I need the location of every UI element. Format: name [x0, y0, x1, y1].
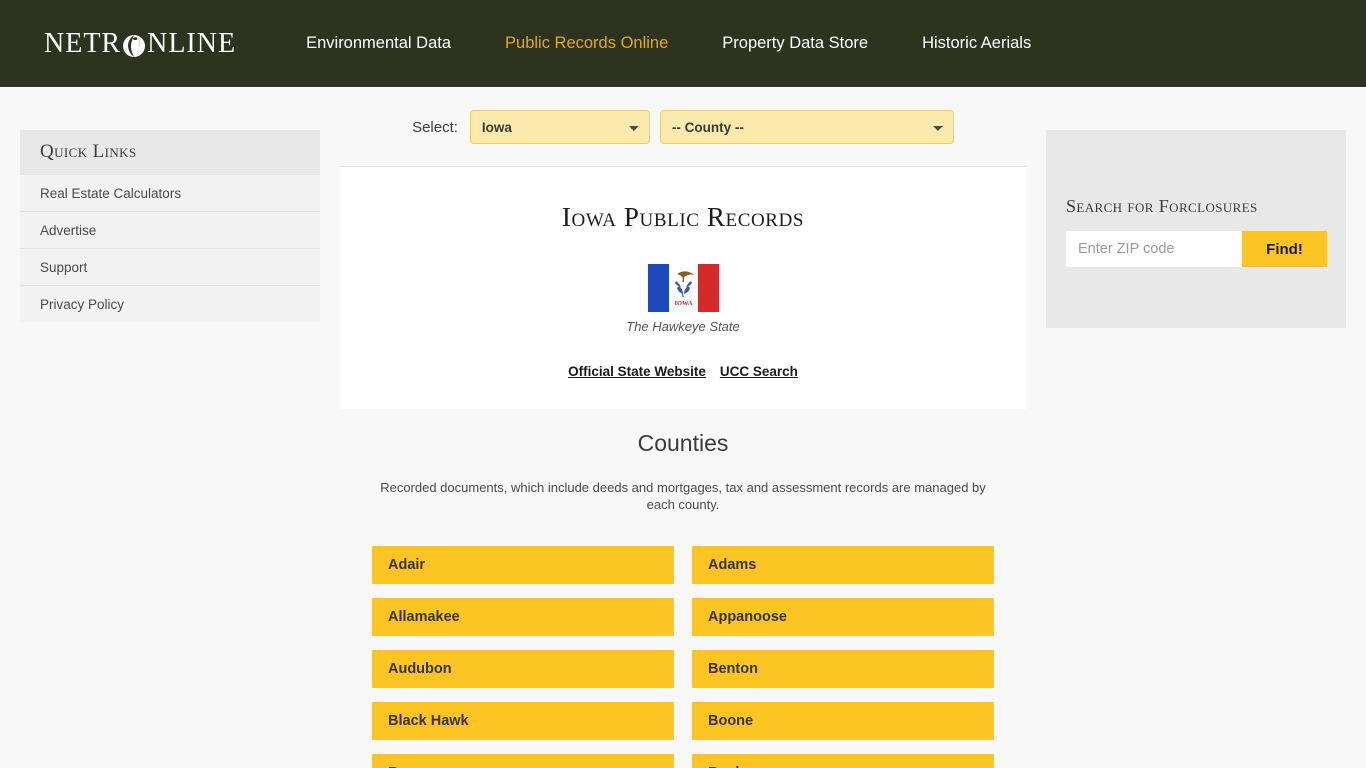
logo-text-after: NLINE: [147, 27, 237, 59]
nav-item-environmental-data[interactable]: Environmental Data: [306, 34, 451, 53]
foreclosure-search-panel: Search for Forclosures Find!: [1046, 130, 1346, 328]
state-info-card: Iowa Public Records IOWA The Hawkeye Sta…: [340, 166, 1026, 409]
main-navigation: Environmental Data Public Records Online…: [306, 34, 1031, 53]
sidebar-item-advertise[interactable]: Advertise: [20, 211, 320, 248]
main-content: Select: Iowa -- County -- Iowa Public Re…: [340, 87, 1026, 768]
county-button-buchanan[interactable]: Buchanan: [692, 753, 994, 768]
county-button-adams[interactable]: Adams: [692, 545, 994, 584]
county-select[interactable]: -- County --: [659, 110, 954, 144]
nav-item-public-records-online[interactable]: Public Records Online: [505, 34, 668, 53]
state-nickname: The Hawkeye State: [626, 319, 740, 334]
county-button-benton[interactable]: Benton: [692, 649, 994, 688]
ucc-search-link[interactable]: UCC Search: [720, 364, 798, 379]
sidebar-item-label: Advertise: [40, 222, 97, 238]
zip-code-input[interactable]: [1066, 231, 1242, 267]
sidebar-item-label: Real Estate Calculators: [40, 185, 182, 201]
county-button-black-hawk[interactable]: Black Hawk: [372, 701, 674, 740]
county-button-boone[interactable]: Boone: [692, 701, 994, 740]
iowa-flag-icon: IOWA: [647, 264, 719, 312]
official-state-website-link[interactable]: Official State Website: [568, 364, 706, 379]
site-header: NETR NLINE Environmental Data Public Rec…: [0, 0, 1366, 87]
state-county-selector-row: Select: Iowa -- County --: [340, 87, 1026, 166]
county-button-allamakee[interactable]: Allamakee: [372, 597, 674, 636]
quick-links-sidebar: Quick Links Real Estate Calculators Adve…: [20, 130, 320, 322]
state-links: Official State Website UCC Search: [340, 364, 1026, 379]
county-button-adair[interactable]: Adair: [372, 545, 674, 584]
logo-text-before: NETR: [44, 27, 122, 59]
svg-text:IOWA: IOWA: [674, 300, 692, 307]
county-button-appanoose[interactable]: Appanoose: [692, 597, 994, 636]
netronline-logo[interactable]: NETR NLINE: [44, 27, 237, 59]
globe-icon: [122, 34, 146, 58]
quick-links-title: Quick Links: [20, 130, 320, 174]
sidebar-item-privacy-policy[interactable]: Privacy Policy: [20, 285, 320, 322]
page-title: Iowa Public Records: [561, 202, 805, 232]
county-grid: Adair Adams Allamakee Appanoose Audubon …: [340, 545, 1026, 768]
sidebar-item-support[interactable]: Support: [20, 248, 320, 285]
foreclosure-search-title: Search for Forclosures: [1066, 196, 1258, 216]
state-select[interactable]: Iowa: [469, 110, 650, 144]
nav-item-property-data-store[interactable]: Property Data Store: [722, 34, 868, 53]
nav-item-historic-aerials[interactable]: Historic Aerials: [922, 34, 1031, 53]
select-label: Select:: [412, 118, 458, 136]
counties-description: Recorded documents, which include deeds …: [380, 480, 986, 513]
find-button[interactable]: Find!: [1242, 231, 1327, 267]
sidebar-item-real-estate-calculators[interactable]: Real Estate Calculators: [20, 174, 320, 211]
county-button-bremer[interactable]: Bremer: [372, 753, 674, 768]
foreclosure-search-form: Find!: [1066, 231, 1346, 267]
county-button-audubon[interactable]: Audubon: [372, 649, 674, 688]
counties-heading: Counties: [637, 430, 729, 456]
sidebar-item-label: Privacy Policy: [40, 296, 125, 312]
sidebar-item-label: Support: [40, 259, 88, 275]
page-body: Quick Links Real Estate Calculators Adve…: [0, 87, 1366, 768]
